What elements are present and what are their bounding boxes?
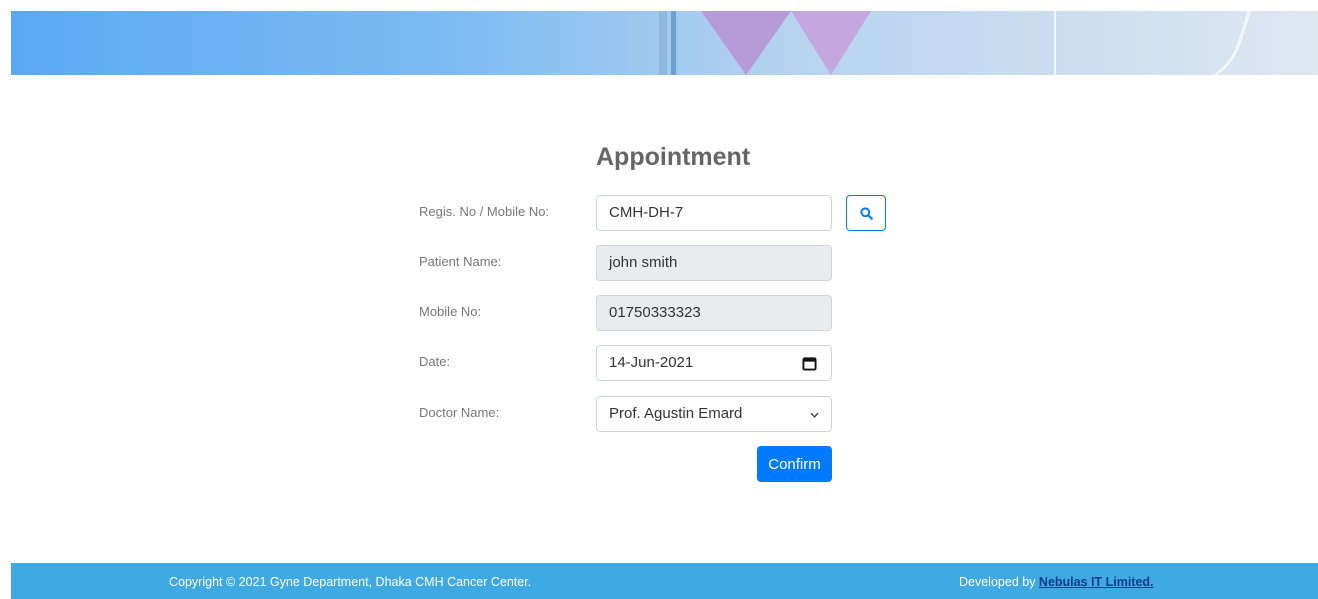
doctor-select[interactable]: Prof. Agustin Emard <box>596 396 832 432</box>
regis-label: Regis. No / Mobile No: <box>419 204 550 219</box>
header-banner <box>11 11 1318 75</box>
footer: Copyright © 2021 Gyne Department, Dhaka … <box>11 563 1318 599</box>
regis-row: Regis. No / Mobile No: CMH-DH-7 <box>419 195 889 231</box>
regis-input[interactable]: CMH-DH-7 <box>596 195 832 231</box>
banner-decoration <box>1054 11 1056 75</box>
banner-decoration <box>659 11 667 75</box>
developed-by-text: Developed by <box>959 575 1039 589</box>
banner-decoration <box>1145 11 1257 75</box>
footer-developer: Developed by Nebulas IT Limited. <box>959 575 1154 589</box>
patient-row: Patient Name: john smith <box>419 245 889 281</box>
patient-label: Patient Name: <box>419 254 502 269</box>
search-button[interactable] <box>846 195 886 231</box>
calendar-icon[interactable] <box>802 356 817 371</box>
banner-decoration <box>791 11 871 75</box>
mobile-field: 01750333323 <box>596 295 832 331</box>
footer-copyright: Copyright © 2021 Gyne Department, Dhaka … <box>169 575 532 589</box>
date-row: Date: 14-Jun-2021 <box>419 345 889 381</box>
doctor-label: Doctor Name: <box>419 405 500 420</box>
page-title: Appointment <box>596 143 751 171</box>
doctor-row: Doctor Name: Prof. Agustin Emard <box>419 396 889 432</box>
date-value: 14-Jun-2021 <box>609 354 694 371</box>
doctor-value: Prof. Agustin Emard <box>609 405 743 422</box>
confirm-button[interactable]: Confirm <box>757 446 832 482</box>
mobile-row: Mobile No: 01750333323 <box>419 295 889 331</box>
developer-link[interactable]: Nebulas IT Limited. <box>1039 575 1154 589</box>
date-input[interactable]: 14-Jun-2021 <box>596 345 832 381</box>
mobile-label: Mobile No: <box>419 304 482 319</box>
banner-decoration <box>701 11 791 75</box>
date-label: Date: <box>419 354 451 369</box>
patient-name-field: john smith <box>596 245 832 281</box>
chevron-down-icon <box>810 412 819 418</box>
banner-decoration <box>671 11 676 75</box>
search-icon <box>859 206 873 220</box>
